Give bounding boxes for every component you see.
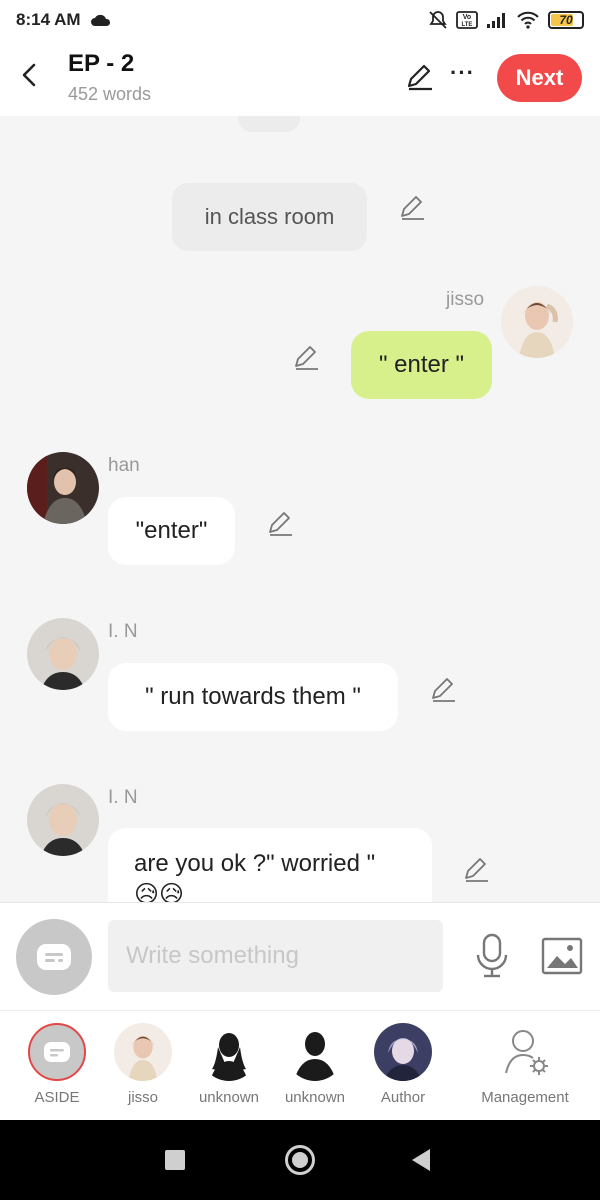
message-bubble-in-2[interactable]: are you ok ?" worried " 😥😥 xyxy=(108,828,432,902)
avatar-jisso[interactable] xyxy=(501,286,573,358)
message-bubble-jisso[interactable]: " enter " xyxy=(351,331,492,399)
more-options-icon[interactable]: ··· xyxy=(450,60,475,86)
avatar-han[interactable] xyxy=(27,452,99,524)
image-icon[interactable] xyxy=(541,937,583,975)
message-input[interactable] xyxy=(108,920,443,992)
character-unknown-2[interactable]: unknown xyxy=(270,1023,360,1106)
avatar-jisso xyxy=(114,1023,172,1081)
page-title: EP - 2 xyxy=(68,50,135,77)
message-bubble-han[interactable]: "enter" xyxy=(108,497,235,565)
back-button[interactable] xyxy=(14,60,44,90)
home-button[interactable] xyxy=(285,1145,315,1175)
status-time: 8:14 AM xyxy=(16,10,81,29)
character-author[interactable]: Author xyxy=(358,1023,448,1106)
svg-text:LTE: LTE xyxy=(462,22,473,28)
management-icon xyxy=(496,1023,554,1081)
avatar-han-image xyxy=(27,452,99,524)
edit-aside-icon[interactable] xyxy=(398,194,426,222)
word-count: 452 words xyxy=(68,84,152,104)
character-label: unknown xyxy=(284,1089,346,1106)
avatar-in-image xyxy=(27,618,99,690)
edit-title-icon[interactable] xyxy=(404,62,434,92)
aside-bubble-partial xyxy=(238,116,300,132)
edit-message-icon[interactable] xyxy=(292,344,320,372)
next-button[interactable]: Next xyxy=(497,54,582,102)
emoji-text: 😥😥 xyxy=(134,881,185,902)
avatar-silhouette-female xyxy=(200,1023,258,1081)
message-bubble-in[interactable]: " run towards them " xyxy=(108,663,398,731)
signal-icon xyxy=(487,13,505,28)
avatar-in[interactable] xyxy=(27,618,99,690)
character-label: Management xyxy=(481,1089,569,1106)
chat-area[interactable]: in class room jisso " enter " han "enter… xyxy=(0,116,600,902)
title-block: EP - 2 452 words xyxy=(68,50,151,105)
microphone-icon[interactable] xyxy=(474,933,510,979)
input-bar xyxy=(0,902,600,1010)
avatar-jisso-image xyxy=(501,286,573,358)
character-label: ASIDE xyxy=(34,1089,80,1106)
aside-chat-icon xyxy=(44,1042,70,1062)
character-label: jisso xyxy=(127,1089,158,1106)
bell-off-icon xyxy=(429,11,447,29)
header: EP - 2 452 words ··· Next xyxy=(0,40,600,116)
speaker-name-in: I. N xyxy=(108,621,138,642)
avatar-author xyxy=(374,1023,432,1081)
speaker-name-in: I. N xyxy=(108,787,138,808)
character-jisso[interactable]: jisso xyxy=(98,1023,188,1106)
svg-text:Vo: Vo xyxy=(463,14,471,21)
edit-message-icon[interactable] xyxy=(429,676,457,704)
cloud-icon xyxy=(90,14,110,26)
character-management[interactable]: Management xyxy=(480,1023,570,1106)
back-arrow-icon xyxy=(22,63,36,87)
aside-avatar xyxy=(28,1023,86,1081)
aside-toggle-button[interactable] xyxy=(16,919,92,995)
character-label: unknown xyxy=(198,1089,260,1106)
avatar-silhouette-male xyxy=(286,1023,344,1081)
aside-chat-icon xyxy=(37,944,71,970)
recents-button[interactable] xyxy=(165,1150,185,1170)
character-tray: ASIDE jisso unknown unknown Author Manag… xyxy=(0,1010,600,1120)
character-unknown-1[interactable]: unknown xyxy=(184,1023,274,1106)
system-back-button[interactable] xyxy=(412,1149,430,1171)
volte-icon: VoLTE xyxy=(456,11,478,29)
character-aside[interactable]: ASIDE xyxy=(12,1023,102,1106)
speaker-name-jisso: jisso xyxy=(446,289,485,310)
edit-message-icon[interactable] xyxy=(462,856,490,884)
avatar-in-image xyxy=(27,784,99,856)
battery-icon: 70 xyxy=(548,11,584,29)
character-label: Author xyxy=(380,1089,426,1106)
avatar-in[interactable] xyxy=(27,784,99,856)
status-bar: 8:14 AM Vo LTE 70 xyxy=(0,0,600,40)
status-icons: Vo LTE 70 xyxy=(428,10,584,30)
edit-message-icon[interactable] xyxy=(266,510,294,538)
system-nav-bar xyxy=(0,1120,600,1200)
aside-bubble[interactable]: in class room xyxy=(172,183,367,251)
battery-level: 70 xyxy=(559,13,573,27)
speaker-name-han: han xyxy=(108,455,140,476)
wifi-icon xyxy=(517,11,539,29)
message-text: are you ok ?" worried " xyxy=(134,850,376,877)
